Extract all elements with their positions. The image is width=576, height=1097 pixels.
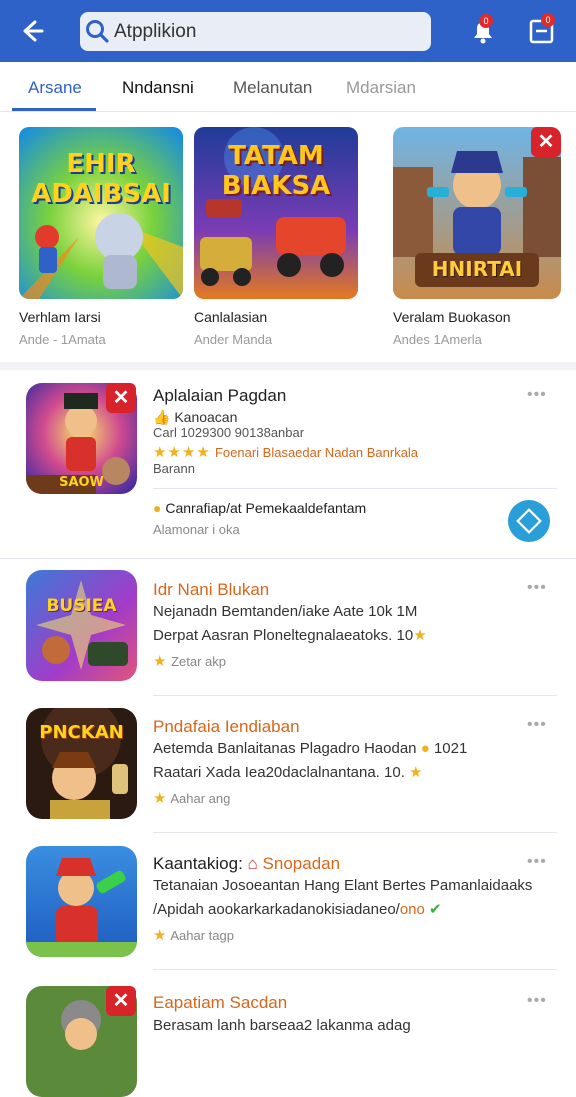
- app-rating-line: ★ Zetar akp: [153, 653, 226, 670]
- app-description: Nejanadn Bemtanden/iake Aate 10k 1M: [153, 603, 418, 620]
- star-icon: ★: [153, 653, 168, 670]
- app-rating-line: ★ Aahar tagp: [153, 927, 234, 944]
- notification-badge: 0: [479, 14, 493, 28]
- back-arrow-icon[interactable]: [14, 14, 48, 48]
- app-extra-sub: Alamonar i oka: [153, 522, 240, 537]
- app-icon: BUSIEA: [26, 570, 137, 681]
- divider: [153, 488, 557, 489]
- app-rating-line: ★★★★ Foenari Blasaedar Nadan Banrkala: [153, 444, 419, 461]
- app-header: Atpplikion 0 0: [0, 0, 576, 62]
- more-options-icon[interactable]: •••: [527, 716, 547, 734]
- featured-art-title: TATAM BIAKSA: [221, 141, 331, 201]
- featured-subtitle: Ande - 1Amata: [19, 332, 106, 347]
- info-icon: ●: [153, 500, 162, 516]
- more-options-icon[interactable]: •••: [527, 853, 547, 871]
- app-icon: [26, 846, 137, 957]
- featured-art-title: HNIRTAI: [431, 257, 523, 281]
- close-icon[interactable]: ✕: [106, 383, 136, 413]
- app-title: Aplalaian Pagdan: [153, 386, 287, 405]
- more-options-icon[interactable]: •••: [527, 386, 547, 404]
- notification-icon[interactable]: 0: [468, 14, 498, 46]
- list-item[interactable]: Kaantakiog: ⌂ Snopadan Tetanaian Josoean…: [0, 833, 576, 969]
- app-title: Kaantakiog: ⌂ Snopadan: [153, 854, 341, 873]
- list-item[interactable]: SAOW ✕ Aplalaian Pagdan 👍 Kanoacan Carl …: [0, 370, 576, 558]
- diamond-icon: [516, 508, 542, 534]
- home-icon: ⌂: [247, 854, 258, 873]
- tab-nndansni[interactable]: Nndansni: [122, 78, 194, 98]
- featured-thumbnail: HNIRTAI ✕: [393, 127, 561, 299]
- list-item[interactable]: PNCKAN Pndafaia Iendiaban Aetemda Banlai…: [0, 696, 576, 832]
- featured-card[interactable]: EHIR ADAIBSAI Verhlam Iarsi Ande - 1Amat…: [19, 127, 183, 347]
- install-button[interactable]: [508, 500, 550, 542]
- list-item[interactable]: ✕ Eapatiam Sacdan Berasam lanh barseaa2 …: [0, 970, 576, 1097]
- app-extra: ● Canrafiap/at Pemekaaldefantam: [153, 500, 367, 516]
- search-query: Atpplikion: [114, 21, 197, 42]
- app-icon-art-title: PNCKAN: [39, 722, 124, 743]
- app-title: Eapatiam Sacdan: [153, 993, 288, 1012]
- featured-thumbnail: TATAM BIAKSA: [194, 127, 358, 299]
- thumb-icon: 👍: [153, 409, 171, 425]
- inbox-icon[interactable]: 0: [527, 13, 557, 46]
- app-tag: Barann: [153, 461, 195, 476]
- tab-melanutan[interactable]: Melanutan: [233, 78, 312, 98]
- featured-subtitle: Ander Manda: [194, 332, 273, 347]
- check-icon: ✔: [429, 901, 442, 918]
- app-icon-art-title: BUSIEA: [46, 596, 117, 616]
- app-rating-line: ★ Aahar ang: [153, 790, 231, 807]
- close-icon[interactable]: ✕: [531, 127, 561, 157]
- app-meta: 👍 Kanoacan: [153, 409, 238, 425]
- featured-art-title: EHIR ADAIBSAI: [31, 149, 171, 209]
- active-tab-indicator: [12, 108, 96, 111]
- coin-icon: ●: [420, 740, 430, 757]
- app-description: Tetanaian Josoeantan Hang Elant Bertes P…: [153, 877, 533, 894]
- star-icon: ★: [413, 627, 428, 644]
- search-icon: [86, 20, 109, 43]
- more-options-icon[interactable]: •••: [527, 992, 547, 1010]
- app-title: Idr Nani Blukan: [153, 580, 270, 599]
- category-tabs: Arsane Nndansni Melanutan Mdarsian: [0, 62, 576, 112]
- app-description: Aetemda Banlaitanas Plagadro Haodan ● 10…: [153, 740, 468, 757]
- app-description-2: /Apidah aookarkarkadanokisiadaneo/ono ✔: [153, 901, 442, 918]
- inbox-badge: 0: [541, 13, 555, 27]
- star-icon: ★: [153, 790, 168, 807]
- app-stats: Carl 1029300 90138anbar: [153, 425, 305, 440]
- featured-name: Verhlam Iarsi: [19, 309, 101, 325]
- search-input[interactable]: Atpplikion: [80, 12, 431, 51]
- list-item[interactable]: BUSIEA Idr Nani Blukan Nejanadn Bemtande…: [0, 559, 576, 695]
- close-icon[interactable]: ✕: [106, 986, 136, 1016]
- section-separator: [0, 362, 576, 370]
- more-options-icon[interactable]: •••: [527, 579, 547, 597]
- featured-card[interactable]: TATAM BIAKSA Canlalasian Ander Manda: [194, 127, 358, 347]
- app-icon-art-title: SAOW: [59, 475, 104, 490]
- star-icon: ★: [153, 927, 168, 944]
- tab-mdarsian[interactable]: Mdarsian: [346, 78, 416, 98]
- featured-thumbnail: EHIR ADAIBSAI: [19, 127, 183, 299]
- featured-subtitle: Andes 1Amerla: [393, 332, 482, 347]
- app-icon: PNCKAN: [26, 708, 137, 819]
- tab-arsane[interactable]: Arsane: [28, 78, 82, 98]
- app-description-2: Derpat Aasran Ploneltegnalaeatoks. 10★: [153, 627, 428, 644]
- star-icon: ★: [409, 764, 424, 781]
- rating-stars: ★★★★: [153, 444, 211, 461]
- app-description: Berasam lanh barseaa2 lakanma adag: [153, 1017, 411, 1034]
- featured-name: Canlalasian: [194, 309, 268, 325]
- app-description-2: Raatari Xada Iea20daclalnantana. 10. ★: [153, 764, 424, 781]
- featured-card[interactable]: HNIRTAI ✕ Veralam Buokason Andes 1Amerla: [393, 127, 561, 347]
- featured-name: Veralam Buokason: [393, 309, 511, 325]
- app-title: Pndafaia Iendiaban: [153, 717, 300, 736]
